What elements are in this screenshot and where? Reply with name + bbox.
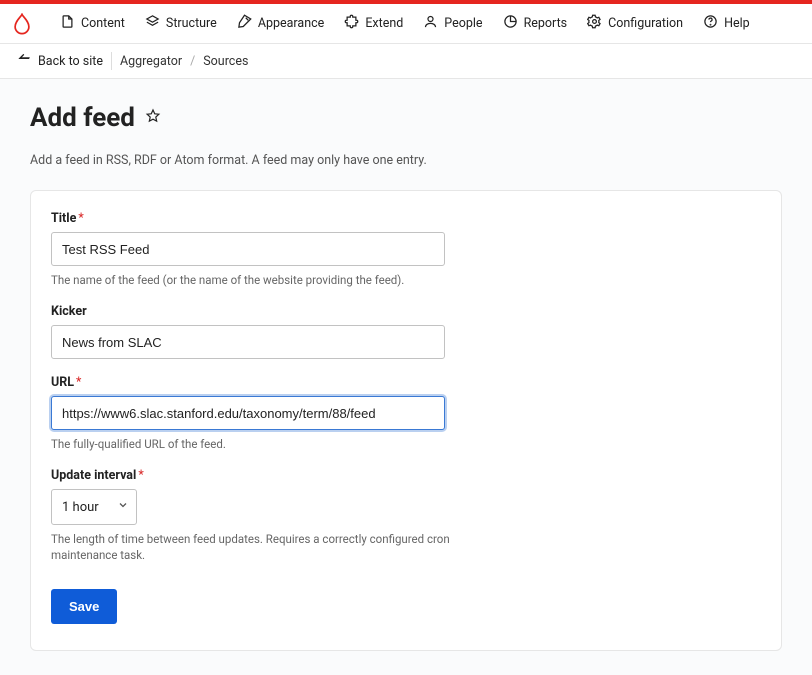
kicker-label: Kicker [51,304,761,319]
user-icon [423,14,438,33]
drupal-logo-icon[interactable] [10,12,34,36]
pen-icon [237,14,252,33]
breadcrumb-separator: / [190,54,195,69]
interval-help: The length of time between feed updates.… [51,531,471,563]
interval-select[interactable]: 1 hour [51,489,137,525]
title-help: The name of the feed (or the name of the… [51,272,471,288]
title-label: Title [51,211,761,226]
toolbar-item-content[interactable]: Content [50,4,135,44]
toolbar-item-configuration[interactable]: Configuration [577,4,693,44]
url-help: The fully-qualified URL of the feed. [51,436,471,452]
toolbar-item-reports[interactable]: Reports [493,4,578,44]
toolbar-label: Appearance [258,16,325,31]
back-to-site-link[interactable]: Back to site [18,52,112,70]
url-input[interactable] [51,396,445,430]
file-icon [60,14,75,33]
toolbar-item-people[interactable]: People [413,4,492,44]
toolbar-label: People [444,16,482,31]
toolbar-label: Reports [524,16,568,31]
feed-form: Title The name of the feed (or the name … [30,190,782,651]
save-button[interactable]: Save [51,589,117,624]
gear-icon [587,14,602,33]
page-title: Add feed [30,103,135,133]
admin-toolbar: Content Structure Appearance Extend Peop… [0,4,812,44]
secondary-toolbar: Back to site Aggregator / Sources [0,44,812,79]
back-label: Back to site [38,54,103,69]
toolbar-item-appearance[interactable]: Appearance [227,4,335,44]
chart-icon [503,14,518,33]
toolbar-label: Structure [166,16,217,31]
breadcrumb-aggregator[interactable]: Aggregator [120,54,182,69]
toolbar-item-extend[interactable]: Extend [334,4,413,44]
interval-value: 1 hour [62,500,99,515]
back-arrow-icon [18,52,32,70]
toolbar-label: Content [81,16,125,31]
toolbar-label: Help [724,16,750,31]
page-description: Add a feed in RSS, RDF or Atom format. A… [30,153,782,168]
favorite-star-icon[interactable] [145,108,161,128]
page-content: Add feed Add a feed in RSS, RDF or Atom … [0,79,812,675]
url-label: URL [51,375,761,390]
interval-label: Update interval [51,468,761,483]
kicker-input[interactable] [51,325,445,359]
puzzle-icon [344,14,359,33]
title-input[interactable] [51,232,445,266]
help-icon [703,14,718,33]
layers-icon [145,14,160,33]
toolbar-label: Extend [365,16,403,31]
breadcrumb-sources[interactable]: Sources [203,54,248,69]
toolbar-item-help[interactable]: Help [693,4,760,44]
toolbar-label: Configuration [608,16,683,31]
toolbar-item-structure[interactable]: Structure [135,4,227,44]
